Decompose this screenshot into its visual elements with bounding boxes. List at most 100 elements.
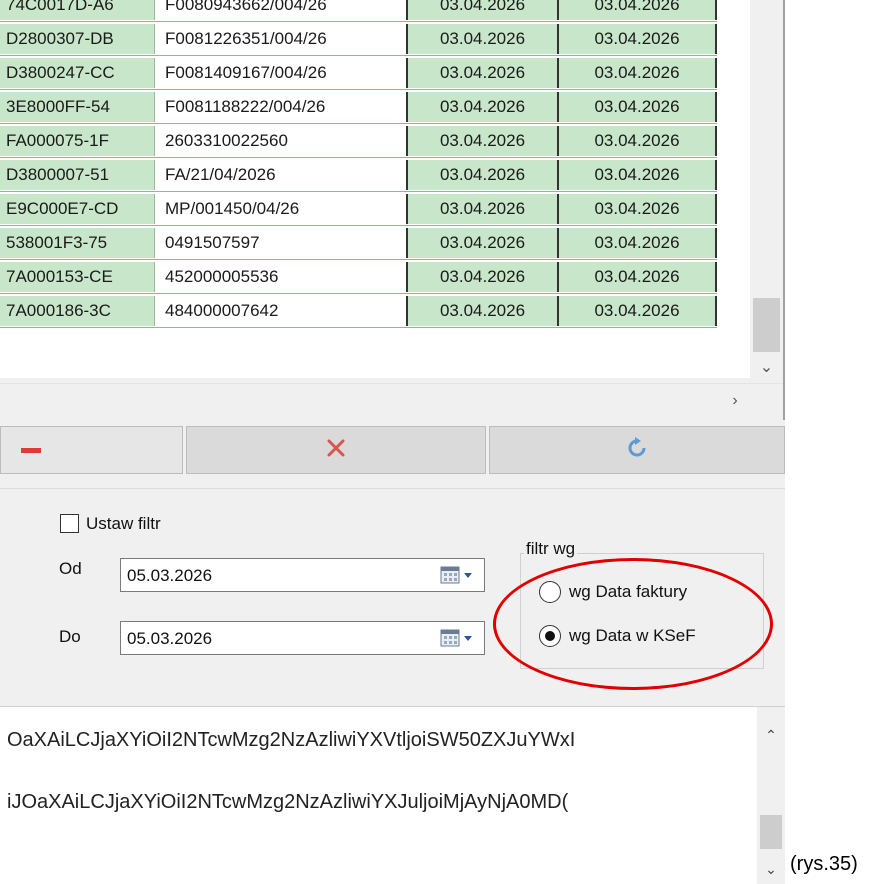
row-divider [0,157,717,158]
remove-button[interactable] [0,426,183,474]
grid-frame-border [783,0,785,420]
calendar-dropdown-icon[interactable] [440,628,476,653]
row-divider [0,21,717,22]
scroll-down-arrow-icon[interactable]: ⌄ [750,355,783,381]
row-divider [0,191,717,192]
row-divider [0,89,717,90]
row-id-cell: 538001F3-75 [0,228,155,258]
text-area-scrollbar[interactable]: ⌃ ⌄ [757,707,785,884]
table-row[interactable]: FA000075-1F 2603310022560 03.04.2026 03.04.… [0,126,750,156]
grid-vertical-scrollbar[interactable]: ⌄ [750,0,783,383]
invoice-grid: 74C0017D-A6 F0080943662/004/26 03.04.2026 0… [0,0,750,378]
scroll-up-arrow-icon[interactable]: ⌃ [757,727,785,744]
scroll-down-arrow-icon[interactable]: ⌄ [757,861,785,878]
date-cell: 03.04.2026 [408,126,559,156]
row-id-cell: E9C000E7-CD [0,194,155,224]
set-filter-label: Ustaw filtr [86,514,161,533]
row-id-cell: 7A000186-3C [0,296,155,326]
date-cell: 03.04.2026 [559,296,717,326]
filter-by-group-title: filtr wg [524,539,578,559]
empty-cell [717,160,750,190]
table-row[interactable]: D3800247-CC F0081409167/004/26 03.04.2026 0… [0,58,750,88]
table-row[interactable]: 538001F3-75 0491507597 03.04.2026 03.04.202… [0,228,750,258]
invoice-number-cell: 484000007642 [155,296,408,326]
invoice-number-cell: 0491507597 [155,228,408,258]
date-cell: 03.04.2026 [408,0,559,20]
row-id-cell: 7A000153-CE [0,262,155,292]
vertical-scroll-thumb[interactable] [753,298,780,352]
set-filter-checkbox[interactable] [60,514,79,533]
invoice-number-cell: 452000005536 [155,262,408,292]
to-date-picker[interactable]: 05.03.2026 [120,621,485,655]
from-label: Od [59,559,82,578]
row-id-cell: D2800307-DB [0,24,155,54]
calendar-dropdown-icon[interactable] [440,565,476,590]
table-row[interactable]: 74C0017D-A6 F0080943662/004/26 03.04.2026 0… [0,0,750,20]
invoice-number-cell: MP/001450/04/26 [155,194,408,224]
date-cell: 03.04.2026 [559,160,717,190]
text-scroll-thumb[interactable] [760,815,782,849]
from-date-value: 05.03.2026 [127,566,213,585]
invoice-number-cell: FA/21/04/2026 [155,160,408,190]
to-label: Do [59,627,81,646]
invoice-number-cell: F0080943662/004/26 [155,0,408,20]
row-divider [0,259,717,260]
table-row[interactable]: 7A000153-CE 452000005536 03.04.2026 03.04.2… [0,262,750,292]
row-divider [0,225,717,226]
invoice-number-cell: F0081409167/004/26 [155,58,408,88]
date-cell: 03.04.2026 [559,92,717,122]
date-cell: 03.04.2026 [559,0,717,20]
delete-button[interactable] [186,426,486,474]
date-cell: 03.04.2026 [408,24,559,54]
empty-cell [717,296,750,326]
table-row[interactable]: E9C000E7-CD MP/001450/04/26 03.04.2026 03.0… [0,194,750,224]
date-cell: 03.04.2026 [408,194,559,224]
empty-cell [717,228,750,258]
date-cell: 03.04.2026 [559,24,717,54]
row-id-cell: 74C0017D-A6 [0,0,155,20]
x-icon [327,439,345,462]
invoice-number-cell: F0081188222/004/26 [155,92,408,122]
date-cell: 03.04.2026 [408,262,559,292]
minus-icon [21,441,41,459]
row-id-cell: D3800247-CC [0,58,155,88]
empty-cell [717,126,750,156]
grid-toolbar [0,426,785,474]
table-row[interactable]: 7A000186-3C 484000007642 03.04.2026 03.04.2… [0,296,750,326]
table-row[interactable]: 3E8000FF-54 F0081188222/004/26 03.04.2026 0… [0,92,750,122]
row-id-cell: D3800007-51 [0,160,155,190]
empty-cell [717,0,750,20]
invoice-number-cell: 2603310022560 [155,126,408,156]
date-cell: 03.04.2026 [559,126,717,156]
refresh-icon [626,436,648,464]
table-row[interactable]: D3800007-51 FA/21/04/2026 03.04.2026 03.04.… [0,160,750,190]
token-line-2: iJOaXAiLCJjaXYiOiI2NTcwMzg2NzAzliwiYXJul… [7,791,569,813]
row-divider [0,55,717,56]
token-text-area[interactable]: OaXAiLCJjaXYiOiI2NTcwMzg2NzAzliwiYXVtljo… [0,706,785,884]
row-divider [0,293,717,294]
date-cell: 03.04.2026 [408,228,559,258]
row-id-cell: 3E8000FF-54 [0,92,155,122]
date-cell: 03.04.2026 [408,92,559,122]
grid-horizontal-scrollbar[interactable]: › [0,383,783,418]
figure-caption: (rys.35) [790,853,858,875]
row-divider [0,123,717,124]
highlight-oval [493,558,773,690]
empty-cell [717,262,750,292]
empty-cell [717,194,750,224]
empty-cell [717,24,750,54]
from-date-picker[interactable]: 05.03.2026 [120,558,485,592]
date-cell: 03.04.2026 [559,194,717,224]
scroll-right-arrow-icon[interactable]: › [720,384,750,418]
empty-cell [717,58,750,88]
row-id-cell: FA000075-1F [0,126,155,156]
date-cell: 03.04.2026 [408,296,559,326]
refresh-button[interactable] [489,426,785,474]
date-cell: 03.04.2026 [559,262,717,292]
date-cell: 03.04.2026 [408,58,559,88]
invoice-number-cell: F0081226351/004/26 [155,24,408,54]
empty-cell [717,92,750,122]
date-cell: 03.04.2026 [559,228,717,258]
row-divider [0,327,717,328]
table-row[interactable]: D2800307-DB F0081226351/004/26 03.04.2026 0… [0,24,750,54]
